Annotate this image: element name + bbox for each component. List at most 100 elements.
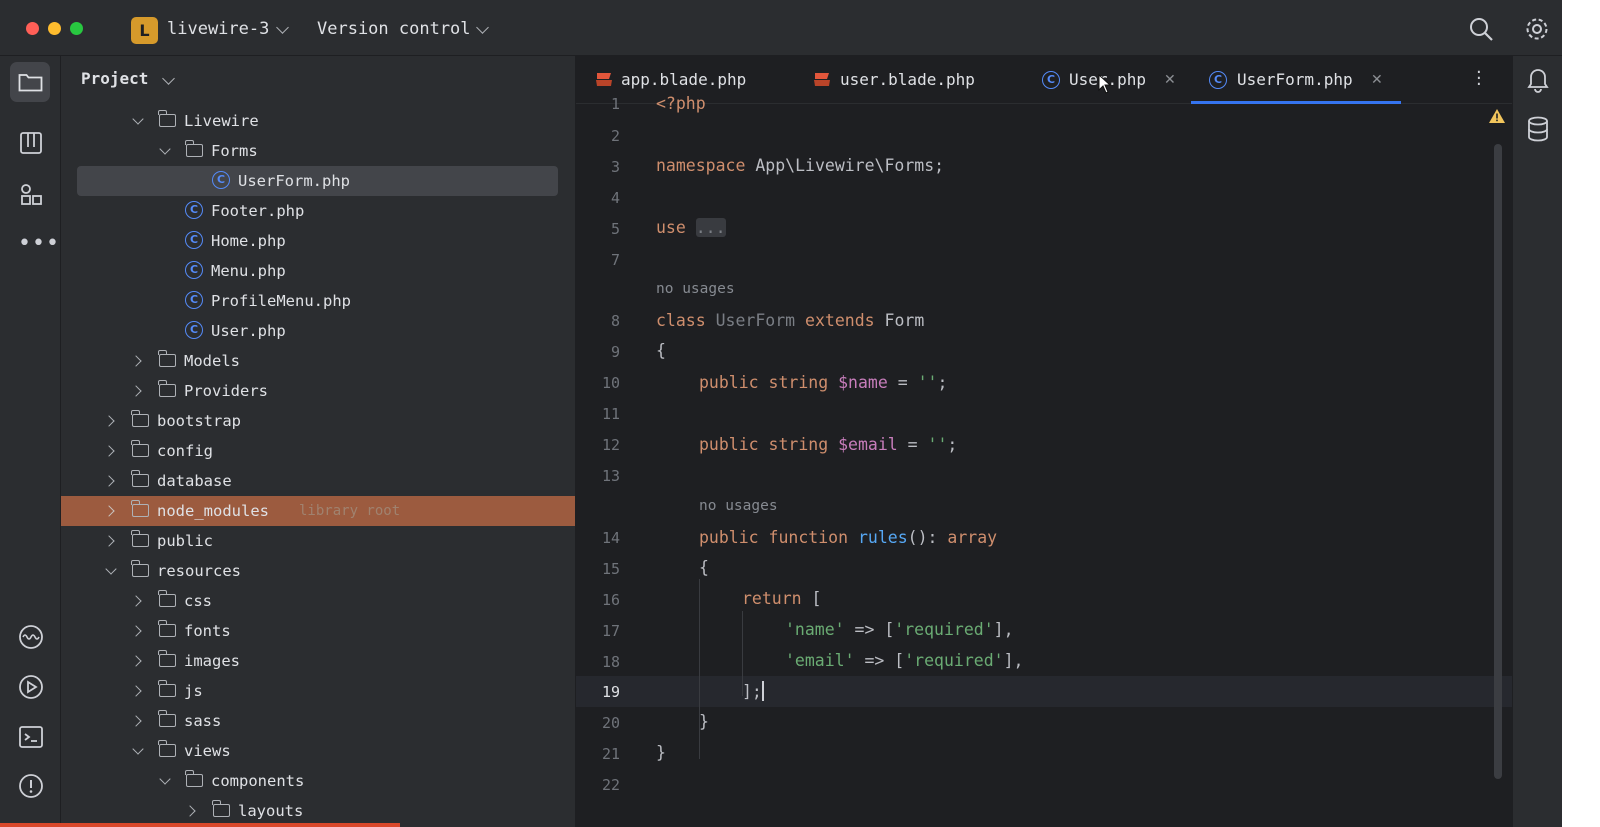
chevron-right-icon[interactable]: [130, 625, 142, 637]
tab-label: user.blade.php: [840, 70, 975, 89]
tab-label: app.blade.php: [621, 70, 747, 89]
close-window-button[interactable]: [26, 22, 39, 35]
search-icon[interactable]: [1468, 16, 1494, 42]
line-number: 8: [610, 312, 620, 330]
chevron-right-icon[interactable]: [103, 445, 115, 457]
string-literal: 'required': [904, 651, 1004, 670]
tree-item-footer[interactable]: C Footer.php: [61, 196, 575, 226]
chevron-right-icon[interactable]: [130, 355, 142, 367]
tree-item-label: config: [157, 442, 213, 460]
structure-icon[interactable]: [19, 131, 43, 155]
problems-icon[interactable]: [17, 772, 45, 800]
folder-icon: [158, 650, 176, 667]
folder-icon: [158, 350, 176, 367]
notifications-bell-icon[interactable]: [1525, 65, 1551, 93]
tree-item-public[interactable]: public: [61, 526, 575, 556]
minimize-window-button[interactable]: [48, 22, 61, 35]
tree-item-livewire[interactable]: Livewire: [61, 106, 575, 136]
tree-item-forms[interactable]: Forms: [61, 136, 575, 166]
usage-hint[interactable]: no usages: [656, 281, 735, 297]
chevron-down-icon[interactable]: [105, 563, 117, 575]
more-tools-icon[interactable]: •••: [18, 233, 60, 255]
chevron-right-icon[interactable]: [103, 505, 115, 517]
gear-icon[interactable]: [1523, 15, 1551, 43]
database-icon[interactable]: [1526, 115, 1550, 143]
code-editor[interactable]: app.blade.php user.blade.php C User.php …: [576, 56, 1512, 827]
tree-item-js[interactable]: js: [61, 676, 575, 706]
code-line-17: 'name' => ['required'],: [785, 619, 1014, 641]
tree-item-providers[interactable]: Providers: [61, 376, 575, 406]
chevron-down-icon[interactable]: [132, 743, 144, 755]
line-number: 15: [601, 560, 620, 578]
close-icon[interactable]: ✕: [1164, 70, 1176, 90]
folder-icon: [158, 680, 176, 697]
chevron-down-icon[interactable]: [159, 773, 171, 785]
tree-item-resources[interactable]: resources: [61, 556, 575, 586]
tree-item-home[interactable]: C Home.php: [61, 226, 575, 256]
chevron-right-icon[interactable]: [103, 415, 115, 427]
tree-item-menu[interactable]: C Menu.php: [61, 256, 575, 286]
chevron-right-icon[interactable]: [130, 385, 142, 397]
code-line-8: class UserForm extends Form: [656, 310, 924, 332]
panel-title: Project: [81, 69, 149, 88]
tree-item-label: Providers: [184, 382, 268, 400]
chevron-right-icon[interactable]: [103, 475, 115, 487]
usage-hint[interactable]: no usages: [699, 498, 778, 514]
tree-item-components[interactable]: components: [61, 766, 575, 796]
tree-item-fonts[interactable]: fonts: [61, 616, 575, 646]
tree-item-user[interactable]: C User.php: [61, 316, 575, 346]
tree-item-label: Models: [184, 352, 240, 370]
zoom-window-button[interactable]: [70, 22, 83, 35]
blade-icon: [596, 73, 612, 86]
chevron-right-icon[interactable]: [184, 805, 196, 817]
run-icon[interactable]: [17, 673, 45, 701]
services-icon[interactable]: [17, 623, 45, 651]
tree-item-sass[interactable]: sass: [61, 706, 575, 736]
tree-item-label: node_modules: [157, 502, 269, 520]
tree-item-bootstrap[interactable]: bootstrap: [61, 406, 575, 436]
tree-item-node-modules[interactable]: node_modules library root: [61, 496, 575, 526]
tab-userform-php[interactable]: C UserForm.php ✕: [1201, 56, 1401, 104]
tree-item-label: Forms: [211, 142, 258, 160]
folded-imports[interactable]: ...: [695, 218, 726, 237]
tab-options-icon[interactable]: · · ·: [1476, 64, 1482, 94]
tree-item-images[interactable]: images: [61, 646, 575, 676]
tab-user-blade[interactable]: user.blade.php: [794, 56, 1004, 104]
plugins-icon[interactable]: [19, 182, 43, 206]
code-line-20: }: [699, 711, 709, 733]
folder-icon: [131, 410, 149, 427]
chevron-right-icon[interactable]: [130, 595, 142, 607]
warning-icon[interactable]: [1488, 108, 1506, 124]
chevron-down-icon[interactable]: [162, 72, 175, 85]
operator: =>: [864, 651, 885, 670]
tree-item-css[interactable]: css: [61, 586, 575, 616]
tree-item-label: bootstrap: [157, 412, 241, 430]
chevron-down-icon[interactable]: [132, 113, 144, 125]
tree-item-config[interactable]: config: [61, 436, 575, 466]
tree-item-userform[interactable]: C UserForm.php: [77, 166, 558, 196]
vertical-scrollbar[interactable]: [1494, 144, 1502, 779]
semicolon: ;: [947, 435, 958, 454]
keyword: use: [656, 218, 686, 237]
chevron-right-icon[interactable]: [130, 655, 142, 667]
tree-item-profilemenu[interactable]: C ProfileMenu.php: [61, 286, 575, 316]
tree-item-layouts[interactable]: layouts: [61, 796, 575, 826]
chevron-right-icon[interactable]: [130, 685, 142, 697]
tree-item-label: Footer.php: [211, 202, 305, 220]
left-tool-strip: •••: [0, 56, 61, 827]
project-tool-button[interactable]: [10, 62, 50, 102]
folder-icon: [131, 440, 149, 457]
tree-item-views[interactable]: views: [61, 736, 575, 766]
chevron-right-icon[interactable]: [130, 715, 142, 727]
tree-item-models[interactable]: Models: [61, 346, 575, 376]
tree-item-database[interactable]: database: [61, 466, 575, 496]
keyword: class: [656, 311, 706, 330]
string-literal: 'name': [785, 620, 845, 639]
terminal-icon[interactable]: [17, 723, 45, 751]
string-literal: '': [917, 373, 938, 392]
close-icon[interactable]: ✕: [1371, 70, 1383, 90]
code-line-1: <?php: [656, 93, 706, 115]
folder-icon: [158, 590, 176, 607]
chevron-down-icon[interactable]: [159, 143, 171, 155]
chevron-right-icon[interactable]: [103, 535, 115, 547]
